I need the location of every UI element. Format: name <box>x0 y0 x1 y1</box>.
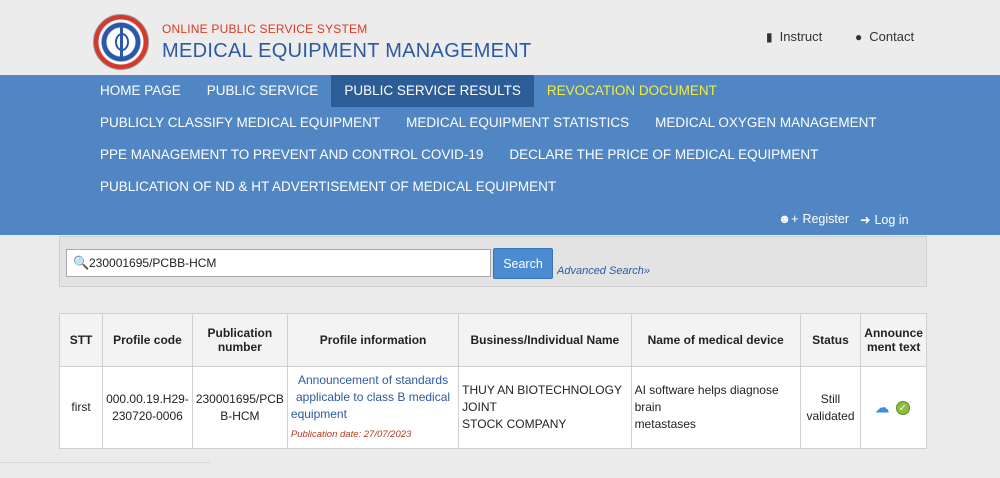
status-line-1: Still <box>820 391 841 406</box>
header-profile-code: Profile code <box>102 313 193 367</box>
register-label: Register <box>802 212 849 226</box>
search-panel: 🔍 Search Advanced Search» <box>59 236 927 287</box>
book-icon: ▮ <box>766 29 773 44</box>
ministry-logo[interactable] <box>93 14 149 70</box>
profile-code-line-2: 230720-0006 <box>112 408 183 423</box>
table-row: first 000.00.19.H29- 230720-0006 2300016… <box>58 366 927 449</box>
device-name-line-1: AI software helps diagnose brain <box>634 383 779 414</box>
search-button[interactable]: Search <box>493 248 553 279</box>
profile-information-link[interactable]: Announcement of standards applicable to … <box>291 372 455 423</box>
nav-row-2: PUBLICLY CLASSIFY MEDICAL EQUIPMENT MEDI… <box>87 107 890 139</box>
header-business-name: Business/Individual Name <box>458 313 632 367</box>
cell-announcement-text: ☁ ✓ <box>860 366 927 449</box>
header-device-name: Name of medical device <box>630 313 801 367</box>
cell-publication-number: 230001695/PCB B-HCM <box>191 366 288 449</box>
nav-revocation-document[interactable]: REVOCATION DOCUMENT <box>534 75 730 107</box>
nav-ppe-management[interactable]: PPE MANAGEMENT TO PREVENT AND CONTROL CO… <box>87 139 496 171</box>
header-publication-number: Publication number <box>191 313 288 367</box>
header-announcement-line-2: ment text <box>866 340 921 354</box>
search-icon: 🔍 <box>73 255 90 270</box>
nav-row-3: PPE MANAGEMENT TO PREVENT AND CONTROL CO… <box>87 139 831 171</box>
instruct-label: Instruct <box>779 29 823 44</box>
register-link[interactable]: ☻+ Register <box>778 212 849 226</box>
header-announcement-text: Announce ment text <box>860 313 927 367</box>
header-announcement-line-1: Announce <box>864 326 923 340</box>
info-line-3: equipment <box>290 407 347 421</box>
map-pin-icon: ● <box>855 29 863 44</box>
nav-row-4: PUBLICATION OF ND & HT ADVERTISEMENT OF … <box>87 171 569 203</box>
user-plus-icon: ☻+ <box>778 212 799 226</box>
header-publication-number-line-2: number <box>217 340 262 354</box>
advanced-search-link[interactable]: Advanced Search» <box>557 265 650 277</box>
business-name-line-1: THUY AN BIOTECHNOLOGY JOINT <box>462 383 622 414</box>
cell-status: Still validated <box>799 366 862 449</box>
table-header-row: STT Profile code Publication number Prof… <box>58 313 927 367</box>
status-line-2: validated <box>806 408 855 423</box>
results-table: STT Profile code Publication number Prof… <box>58 313 927 449</box>
nav-publication-advertisement[interactable]: PUBLICATION OF ND & HT ADVERTISEMENT OF … <box>87 171 569 203</box>
publication-number-line-1: 230001695/PCB <box>195 391 284 406</box>
nav-row-1: HOME PAGE PUBLIC SERVICE PUBLIC SERVICE … <box>87 75 730 107</box>
logo-staff <box>120 27 123 59</box>
nav-oxygen-management[interactable]: MEDICAL OXYGEN MANAGEMENT <box>642 107 890 139</box>
header-status: Status <box>799 313 862 367</box>
info-line-1: Announcement of standards <box>297 373 449 387</box>
header-profile-information: Profile information <box>286 313 460 367</box>
cell-business-name: THUY AN BIOTECHNOLOGY JOINT STOCK COMPAN… <box>458 366 632 449</box>
sign-in-icon: ➜ <box>860 213 871 227</box>
login-label: Log in <box>874 212 909 227</box>
cloud-download-icon[interactable]: ☁ <box>874 399 889 416</box>
header-stt: STT <box>58 313 104 367</box>
search-input[interactable] <box>89 250 487 276</box>
contact-link[interactable]: ● Contact <box>855 29 914 44</box>
cell-stt: first <box>58 366 104 449</box>
profile-code-line-1: 000.00.19.H29- <box>106 391 189 406</box>
publication-number-line-2: B-HCM <box>220 408 260 423</box>
nav-declare-price[interactable]: DECLARE THE PRICE OF MEDICAL EQUIPMENT <box>496 139 831 171</box>
header-publication-number-line-1: Publication <box>207 326 273 340</box>
nav-classify-equipment[interactable]: PUBLICLY CLASSIFY MEDICAL EQUIPMENT <box>87 107 393 139</box>
device-name-line-2: metastases <box>634 417 696 431</box>
system-subtitle: ONLINE PUBLIC SERVICE SYSTEM <box>162 22 368 36</box>
nav-equipment-statistics[interactable]: MEDICAL EQUIPMENT STATISTICS <box>393 107 642 139</box>
cell-device-name: AI software helps diagnose brain metasta… <box>630 366 801 449</box>
system-title[interactable]: MEDICAL EQUIPMENT MANAGEMENT <box>162 40 532 63</box>
view-check-icon[interactable]: ✓ <box>895 400 910 415</box>
nav-public-service-results[interactable]: PUBLIC SERVICE RESULTS <box>331 75 534 107</box>
search-field-wrapper: 🔍 <box>66 249 491 277</box>
footer-divider <box>0 462 210 463</box>
instruct-link[interactable]: ▮ Instruct <box>766 29 822 44</box>
advanced-search-label: Advanced Search <box>557 265 644 277</box>
nav-home-page[interactable]: HOME PAGE <box>87 75 194 107</box>
info-line-2: applicable to class B medical <box>295 390 451 404</box>
nav-public-service[interactable]: PUBLIC SERVICE <box>194 75 332 107</box>
main-navigation: HOME PAGE PUBLIC SERVICE PUBLIC SERVICE … <box>0 75 1000 235</box>
business-name-line-2: STOCK COMPANY <box>462 417 567 431</box>
login-link[interactable]: ➜ Log in <box>860 212 909 228</box>
cell-profile-information: Announcement of standards applicable to … <box>286 366 460 449</box>
double-chevron-right-icon: » <box>643 265 650 277</box>
cell-profile-code: 000.00.19.H29- 230720-0006 <box>102 366 193 449</box>
header-bar: ONLINE PUBLIC SERVICE SYSTEM MEDICAL EQU… <box>0 0 1000 75</box>
contact-label: Contact <box>869 29 915 44</box>
publication-date: Publication date: 27/07/2023 <box>290 429 412 440</box>
